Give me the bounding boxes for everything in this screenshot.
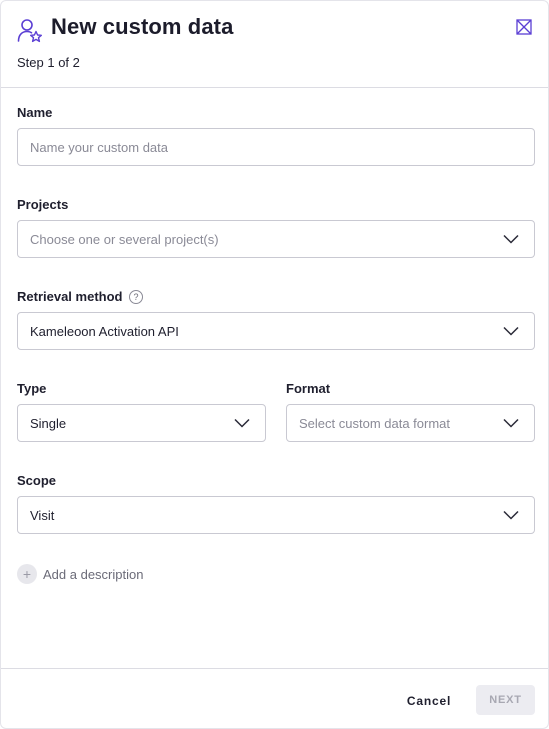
add-description-button[interactable]: + Add a description (17, 564, 143, 584)
format-placeholder: Select custom data format (299, 415, 451, 431)
user-star-icon (17, 19, 42, 43)
next-button[interactable]: NEXT (476, 685, 535, 715)
chevron-down-icon (503, 326, 519, 336)
add-description-label: Add a description (43, 566, 144, 582)
projects-label: Projects (17, 197, 69, 212)
help-icon[interactable]: ? (129, 290, 143, 304)
name-field[interactable] (17, 128, 535, 166)
close-icon[interactable] (516, 19, 532, 35)
scope-label: Scope (17, 473, 57, 488)
type-select[interactable]: Single (17, 404, 266, 442)
dialog-header: New custom data Step 1 of 2 (1, 1, 548, 88)
scope-select[interactable]: Visit (17, 496, 535, 534)
cancel-button[interactable]: Cancel (397, 686, 461, 716)
name-input[interactable] (30, 139, 534, 155)
retrieval-method-label: Retrieval method (17, 289, 123, 304)
type-label: Type (17, 381, 47, 396)
dialog-footer: Cancel NEXT (1, 668, 548, 729)
chevron-down-icon (503, 510, 519, 520)
dialog-title: New custom data (51, 14, 234, 39)
chevron-down-icon (234, 418, 250, 428)
chevron-down-icon (503, 234, 519, 244)
projects-placeholder: Choose one or several project(s) (30, 231, 219, 247)
chevron-down-icon (503, 418, 519, 428)
retrieval-method-select[interactable]: Kameleoon Activation API (17, 312, 535, 350)
type-value: Single (30, 415, 67, 431)
format-select[interactable]: Select custom data format (286, 404, 535, 442)
format-label: Format (286, 381, 331, 396)
name-label: Name (17, 105, 53, 120)
custom-data-dialog: New custom data Step 1 of 2 Name Project… (0, 0, 549, 729)
retrieval-method-value: Kameleoon Activation API (30, 323, 179, 339)
projects-select[interactable]: Choose one or several project(s) (17, 220, 535, 258)
plus-icon: + (17, 564, 37, 584)
scope-value: Visit (30, 507, 55, 523)
step-indicator: Step 1 of 2 (17, 55, 80, 70)
